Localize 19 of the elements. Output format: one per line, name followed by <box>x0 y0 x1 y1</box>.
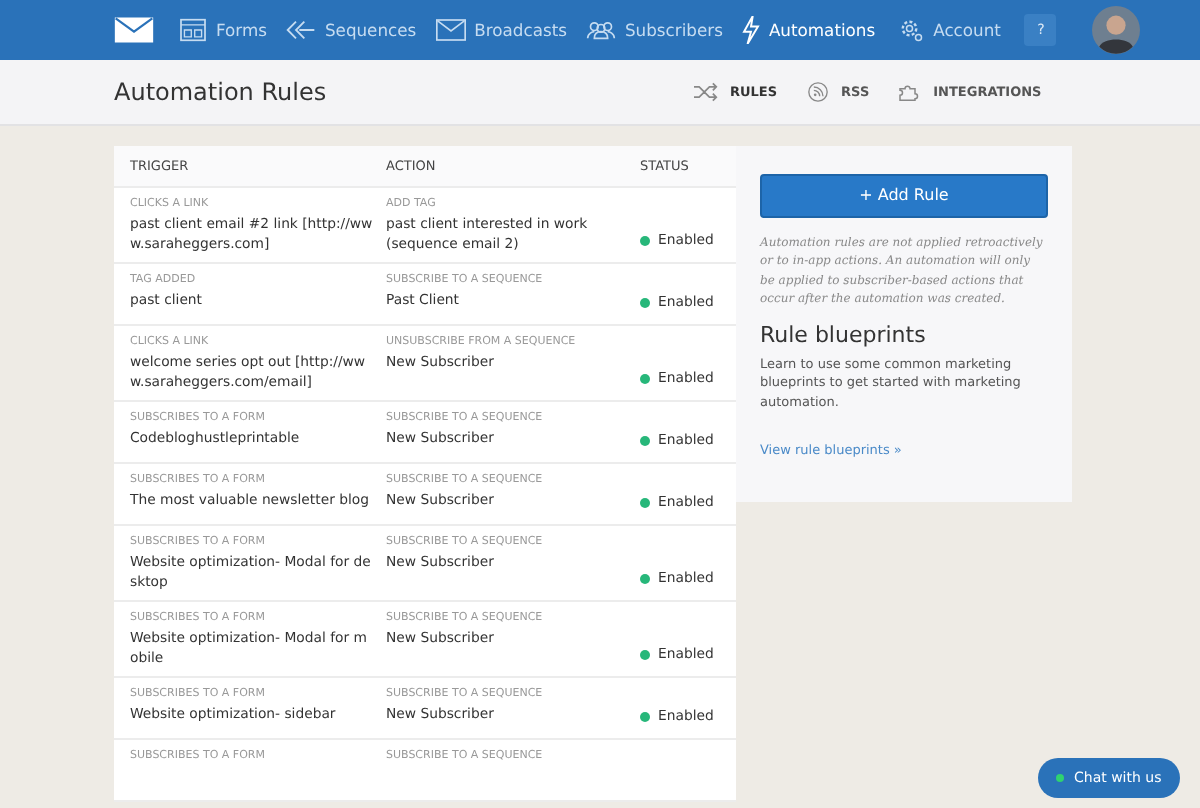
add-rule-button[interactable]: + Add Rule <box>760 173 1048 217</box>
form-icon <box>178 18 208 42</box>
nav-link[interactable]: Sequences <box>286 18 417 42</box>
people-icon <box>586 18 617 42</box>
shuffle-icon <box>694 82 718 102</box>
nav-link[interactable]: Automations <box>742 16 876 44</box>
nav-link[interactable]: Subscribers <box>586 18 723 42</box>
rss-icon <box>805 82 830 102</box>
lightning-bolt-icon <box>742 16 761 44</box>
page-title: Automation Rules <box>114 78 329 106</box>
nav-link[interactable]: Broadcasts <box>436 18 567 42</box>
section-heading: Rule blueprints <box>760 321 928 347</box>
nav-link[interactable]: Forms <box>178 18 267 42</box>
nav-link[interactable]: Account <box>895 18 1001 42</box>
double-arrow-icon <box>286 18 317 42</box>
puzzle-icon <box>897 82 922 102</box>
envelope-logo-icon[interactable] <box>114 16 154 44</box>
envelope-icon <box>436 18 467 42</box>
avatar[interactable] <box>1092 6 1141 54</box>
